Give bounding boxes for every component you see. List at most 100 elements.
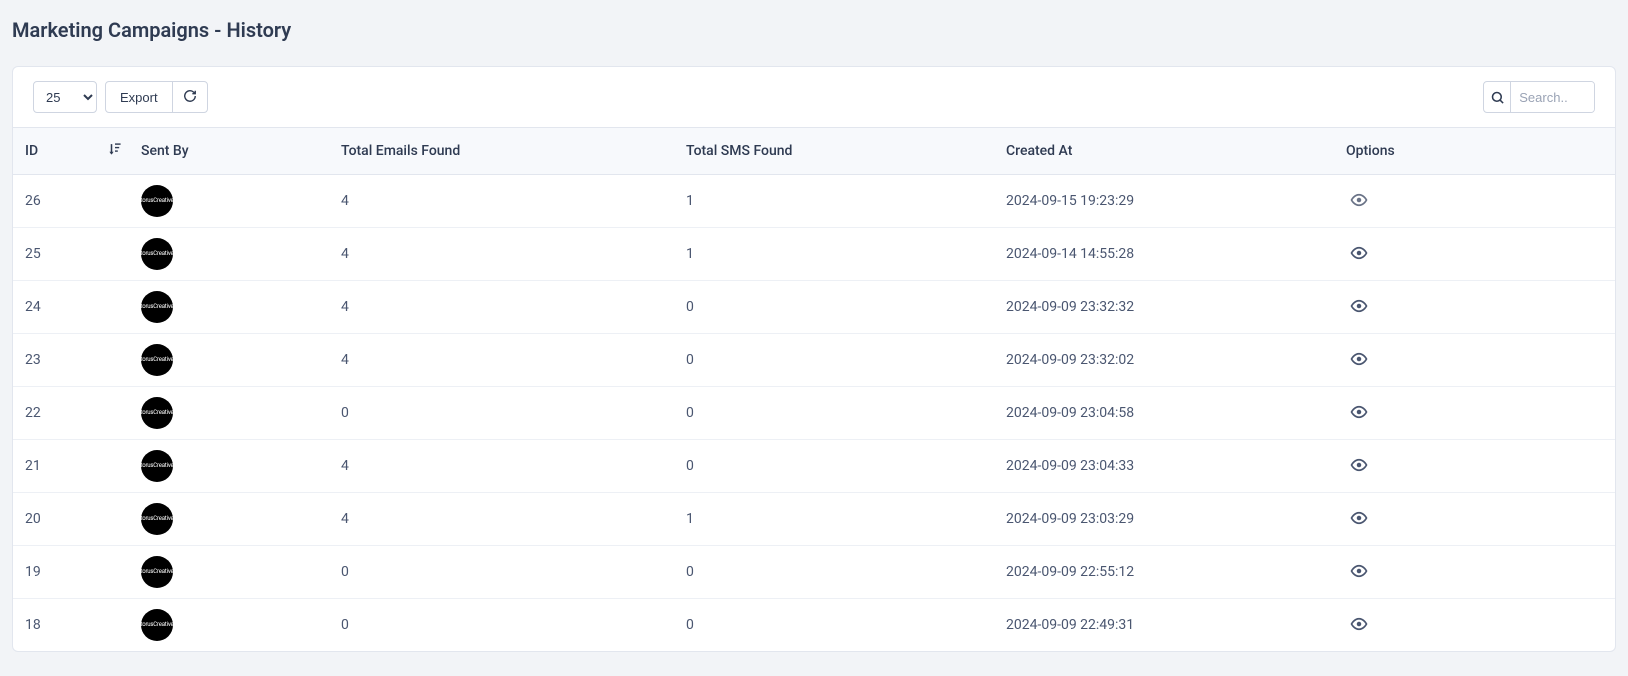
view-button[interactable] bbox=[1346, 558, 1372, 587]
cell-id: 21 bbox=[13, 440, 131, 493]
cell-created: 2024-09-09 23:32:32 bbox=[996, 281, 1336, 334]
view-button[interactable] bbox=[1346, 293, 1372, 322]
cell-created: 2024-09-09 23:04:33 bbox=[996, 440, 1336, 493]
sort-desc-icon bbox=[109, 142, 121, 160]
cell-id: 20 bbox=[13, 493, 131, 546]
view-button[interactable] bbox=[1346, 505, 1372, 534]
cell-sms: 1 bbox=[676, 493, 996, 546]
cell-options bbox=[1336, 387, 1615, 440]
cell-created: 2024-09-09 22:55:12 bbox=[996, 546, 1336, 599]
refresh-icon bbox=[183, 89, 197, 106]
cell-options bbox=[1336, 228, 1615, 281]
cell-emails: 0 bbox=[331, 546, 676, 599]
cell-sentby: torusCreative bbox=[131, 175, 331, 228]
page-size-select[interactable]: 25 bbox=[33, 81, 97, 113]
view-button[interactable] bbox=[1346, 346, 1372, 375]
col-header-emails: Total Emails Found bbox=[331, 128, 676, 175]
col-header-sms: Total SMS Found bbox=[676, 128, 996, 175]
cell-emails: 4 bbox=[331, 334, 676, 387]
cell-options bbox=[1336, 546, 1615, 599]
eye-icon bbox=[1350, 456, 1368, 477]
cell-sms: 0 bbox=[676, 387, 996, 440]
avatar: torusCreative bbox=[141, 397, 173, 429]
col-header-options: Options bbox=[1336, 128, 1615, 175]
table-row: 23torusCreative402024-09-09 23:32:02 bbox=[13, 334, 1615, 387]
cell-created: 2024-09-09 23:03:29 bbox=[996, 493, 1336, 546]
cell-sms: 0 bbox=[676, 281, 996, 334]
cell-emails: 0 bbox=[331, 599, 676, 652]
cell-sentby: torusCreative bbox=[131, 440, 331, 493]
cell-emails: 4 bbox=[331, 493, 676, 546]
table-row: 18torusCreative002024-09-09 22:49:31 bbox=[13, 599, 1615, 652]
cell-created: 2024-09-15 19:23:29 bbox=[996, 175, 1336, 228]
history-card: 25 Export bbox=[12, 66, 1616, 652]
avatar: torusCreative bbox=[141, 503, 173, 535]
avatar: torusCreative bbox=[141, 291, 173, 323]
table-row: 24 torusCreative 402024-09-09 23:32:32 bbox=[13, 281, 1615, 334]
cell-options bbox=[1336, 493, 1615, 546]
cell-id: 22 bbox=[13, 387, 131, 440]
col-header-sentby: Sent By bbox=[131, 128, 331, 175]
view-button[interactable] bbox=[1346, 452, 1372, 481]
cell-id: 26 bbox=[13, 175, 131, 228]
search-icon bbox=[1484, 82, 1511, 112]
view-button[interactable] bbox=[1346, 187, 1372, 216]
eye-icon bbox=[1350, 509, 1368, 530]
col-header-id[interactable]: ID bbox=[13, 128, 131, 175]
eye-icon bbox=[1350, 403, 1368, 424]
view-button[interactable] bbox=[1346, 611, 1372, 640]
table-row: 25 torusCreative 412024-09-14 14:55:28 bbox=[13, 228, 1615, 281]
col-header-created: Created At bbox=[996, 128, 1336, 175]
cell-options bbox=[1336, 440, 1615, 493]
cell-options bbox=[1336, 281, 1615, 334]
cell-id: 23 bbox=[13, 334, 131, 387]
refresh-button[interactable] bbox=[172, 81, 208, 113]
avatar: torusCreative bbox=[141, 609, 173, 641]
cell-emails: 4 bbox=[331, 281, 676, 334]
search-input[interactable] bbox=[1511, 82, 1594, 112]
cell-emails: 4 bbox=[331, 440, 676, 493]
cell-sentby: torusCreative bbox=[131, 493, 331, 546]
history-table: ID Sent By Total Emails bbox=[13, 127, 1615, 651]
cell-options bbox=[1336, 175, 1615, 228]
cell-id: 18 bbox=[13, 599, 131, 652]
cell-sms: 1 bbox=[676, 228, 996, 281]
cell-sentby: torusCreative bbox=[131, 334, 331, 387]
table-row: 20 torusCreative 412024-09-09 23:03:29 bbox=[13, 493, 1615, 546]
cell-sentby: torusCreative bbox=[131, 387, 331, 440]
cell-id: 24 bbox=[13, 281, 131, 334]
avatar: torusCreative bbox=[141, 238, 173, 270]
cell-emails: 0 bbox=[331, 387, 676, 440]
view-button[interactable] bbox=[1346, 399, 1372, 428]
cell-id: 25 bbox=[13, 228, 131, 281]
eye-icon bbox=[1350, 297, 1368, 318]
table-row: 26torusCreative412024-09-15 19:23:29 bbox=[13, 175, 1615, 228]
view-button[interactable] bbox=[1346, 240, 1372, 269]
avatar: torusCreative bbox=[141, 556, 173, 588]
export-button[interactable]: Export bbox=[105, 81, 173, 113]
avatar: torusCreative bbox=[141, 450, 173, 482]
cell-sms: 0 bbox=[676, 599, 996, 652]
eye-icon bbox=[1350, 562, 1368, 583]
eye-icon bbox=[1350, 191, 1368, 212]
cell-sentby: torusCreative bbox=[131, 599, 331, 652]
search-box bbox=[1483, 81, 1595, 113]
eye-icon bbox=[1350, 350, 1368, 371]
table-row: 22torusCreative002024-09-09 23:04:58 bbox=[13, 387, 1615, 440]
avatar: torusCreative bbox=[141, 344, 173, 376]
eye-icon bbox=[1350, 244, 1368, 265]
table-row: 19torusCreative002024-09-09 22:55:12 bbox=[13, 546, 1615, 599]
cell-sms: 0 bbox=[676, 546, 996, 599]
cell-sentby: torusCreative bbox=[131, 281, 331, 334]
cell-sentby: torusCreative bbox=[131, 228, 331, 281]
cell-emails: 4 bbox=[331, 175, 676, 228]
cell-sms: 0 bbox=[676, 334, 996, 387]
col-header-id-label: ID bbox=[25, 143, 38, 159]
cell-created: 2024-09-14 14:55:28 bbox=[996, 228, 1336, 281]
eye-icon bbox=[1350, 615, 1368, 636]
cell-options bbox=[1336, 599, 1615, 652]
cell-emails: 4 bbox=[331, 228, 676, 281]
cell-created: 2024-09-09 22:49:31 bbox=[996, 599, 1336, 652]
page-title: Marketing Campaigns - History bbox=[0, 0, 1628, 66]
table-row: 21torusCreative402024-09-09 23:04:33 bbox=[13, 440, 1615, 493]
